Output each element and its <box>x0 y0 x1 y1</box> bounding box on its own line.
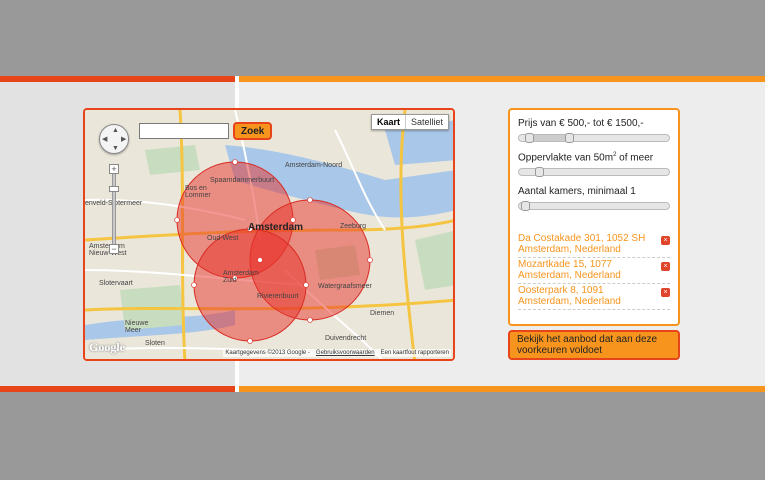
stripe-top-orange <box>239 76 765 82</box>
map-credits: Kaartgegevens ©2013 Google - Gebruiksvoo… <box>223 349 451 357</box>
google-logo: Google <box>89 340 125 354</box>
rooms-label: Aantal kamers, minimaal 1 <box>518 186 636 198</box>
delete-icon[interactable]: × <box>661 262 670 272</box>
map-label-spaarndammerbuurt: Spaarndammerbuurt <box>210 177 275 184</box>
zoom-slider-track[interactable] <box>109 174 119 244</box>
area-label-post: of meer <box>616 152 654 164</box>
pan-control[interactable]: ▲ ▼ ◀ ▶ <box>99 124 129 154</box>
map-label-amsterdam: Amsterdam <box>248 222 304 233</box>
area-slider[interactable] <box>518 167 670 178</box>
address-text[interactable]: Oosterpark 8, 1091 Amsterdam, Nederland <box>518 285 658 307</box>
map-label-rivierenbuurt: Rivierenbuurt <box>257 293 299 300</box>
address-text[interactable]: Mozartkade 15, 1077 Amsterdam, Nederland <box>518 259 658 281</box>
map-label-slotervaart: Slotervaart <box>99 280 133 287</box>
map-search-input[interactable] <box>139 123 229 139</box>
map-label-zeeburg: Zeeburg <box>340 223 367 230</box>
rooms-slider-handle[interactable] <box>521 201 530 212</box>
area-label-pre: Oppervlakte van 50m <box>518 152 614 164</box>
address-item: Oosterpark 8, 1091 Amsterdam, Nederland … <box>518 284 670 311</box>
price-slider[interactable] <box>518 133 670 143</box>
map-type-toggle: Kaart Satelliet <box>370 114 449 130</box>
map-label-sloten: Sloten <box>145 340 165 347</box>
map-search-button[interactable]: Zoek <box>233 122 273 140</box>
pan-up-icon[interactable]: ▲ <box>112 127 119 134</box>
stripe-bottom-red <box>0 386 235 392</box>
filter-panel: Prijs van € 500,- tot € 1500,- Oppervlak… <box>508 108 680 326</box>
price-slider-min-handle[interactable] <box>525 133 534 143</box>
pan-right-icon[interactable]: ▶ <box>121 136 126 143</box>
price-slider-max-handle[interactable] <box>565 133 574 143</box>
map-label-nieuwe-meer: Nieuwe Meer <box>125 320 149 334</box>
address-item: Da Costakade 301, 1052 SH Amsterdam, Ned… <box>518 232 670 259</box>
zoom-slider-thumb[interactable] <box>109 186 119 192</box>
zoom-control[interactable]: + − <box>109 164 119 259</box>
delete-icon[interactable]: × <box>661 288 670 298</box>
map-type-satelliet[interactable]: Satelliet <box>406 115 448 129</box>
map-label-nieuw-west: Amsterdam Nieuw-West <box>89 243 127 257</box>
area-label: Oppervlakte van 50m2 of meer <box>518 152 670 163</box>
map-label-duivendrecht: Duivendrecht <box>325 335 367 342</box>
map-label-watergraafsmeer: Watergraafsmeer <box>318 283 372 290</box>
map-search: Zoek <box>139 122 273 140</box>
map-credits-text: Kaartgegevens ©2013 Google - <box>225 350 310 356</box>
address-text[interactable]: Da Costakade 301, 1052 SH Amsterdam, Ned… <box>518 233 658 255</box>
view-listings-button[interactable]: Bekijk het aanbod dat aan deze voorkeure… <box>508 330 680 360</box>
stripe-top-red <box>0 76 235 82</box>
map-label-bos-en-lommer: Bos en Lommer <box>185 185 211 199</box>
stripe-bottom-orange <box>239 386 765 392</box>
delete-icon[interactable]: × <box>661 236 670 246</box>
map-view[interactable]: Spaarndammerbuurt Bos en Lommer Amsterda… <box>83 108 455 361</box>
terms-link[interactable]: Gebruiksvoorwaarden <box>316 350 375 356</box>
area-slider-handle[interactable] <box>535 167 544 178</box>
price-label: Prijs van € 500,- tot € 1500,- <box>518 118 644 129</box>
report-error-link[interactable]: Een kaartfout rapporteren <box>381 350 449 356</box>
map-label-diemen: Diemen <box>370 310 395 317</box>
map-label-oud-west: Oud-West <box>207 235 239 242</box>
map-label-amsterdam-noord: Amsterdam-Noord <box>285 162 343 169</box>
map-label-amsterdam-zuid: Amsterdam Zuid <box>223 270 259 284</box>
zoom-out-button[interactable]: − <box>109 244 119 254</box>
map-type-kaart[interactable]: Kaart <box>372 115 406 129</box>
address-list: Da Costakade 301, 1052 SH Amsterdam, Ned… <box>518 232 670 311</box>
address-item: Mozartkade 15, 1077 Amsterdam, Nederland… <box>518 258 670 285</box>
rooms-slider[interactable] <box>518 201 670 212</box>
zoom-in-button[interactable]: + <box>109 164 119 174</box>
pan-down-icon[interactable]: ▼ <box>112 145 119 152</box>
pan-left-icon[interactable]: ◀ <box>102 136 107 143</box>
